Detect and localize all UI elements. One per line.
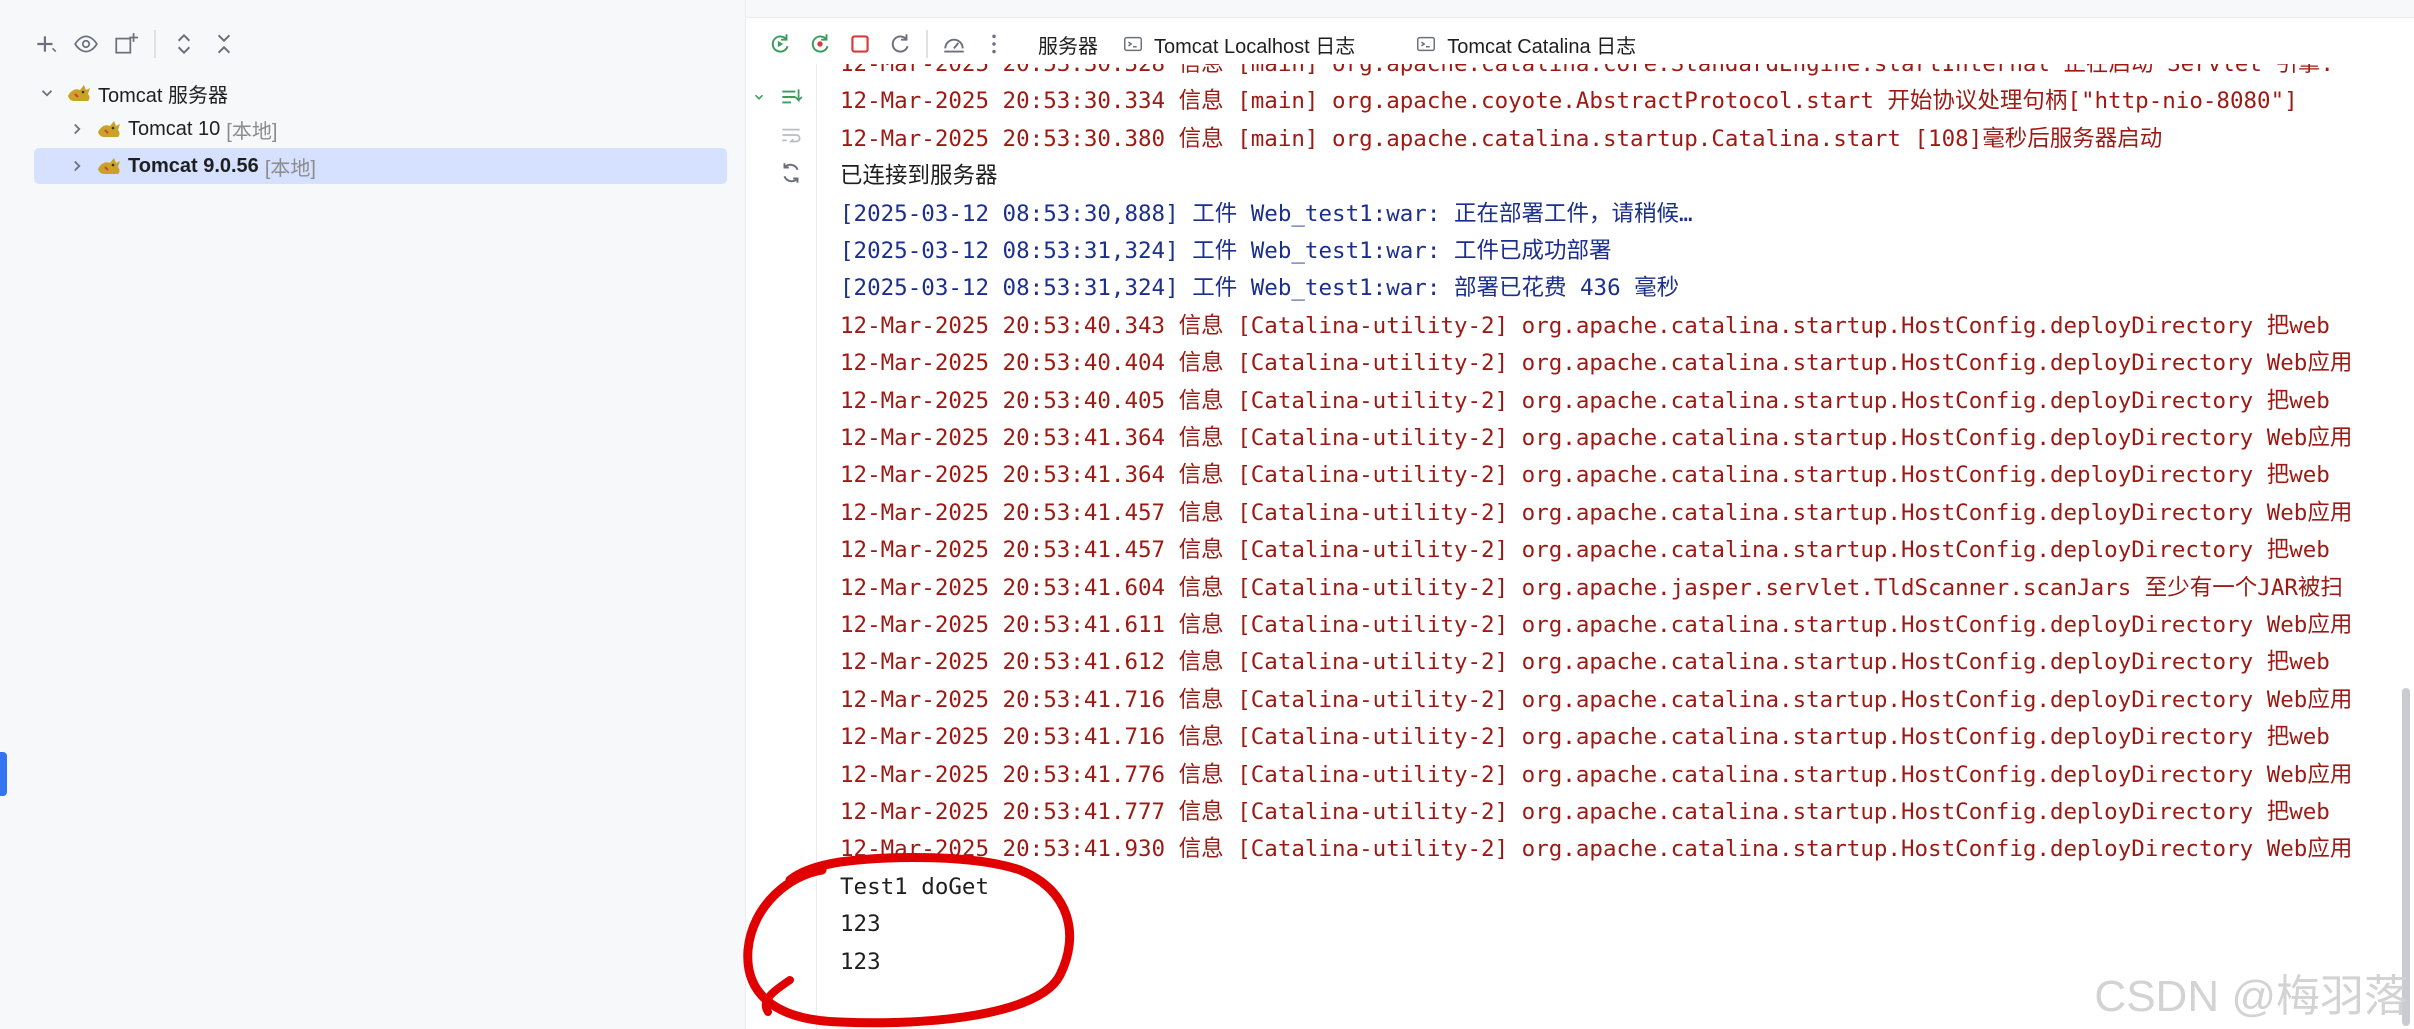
chevron-down-icon[interactable]	[36, 82, 58, 104]
services-panel: Tomcat 服务器 Tomcat 10 [本地] Tomcat 9.0.56 …	[0, 0, 746, 1029]
tree-node-label: Tomcat 10	[128, 117, 221, 140]
stop-icon[interactable]	[840, 24, 880, 64]
console-line: 12-Mar-2025 20:53:41.364 信息 [Catalina-ut…	[840, 462, 2330, 489]
log-icon	[1124, 36, 1142, 52]
console-line: 12-Mar-2025 20:53:30.380 信息 [main] org.a…	[840, 125, 2163, 152]
add-icon[interactable]	[26, 24, 66, 64]
log-icon	[1417, 36, 1436, 52]
side-active-marker	[0, 752, 7, 796]
console-line: Test1 doGet	[840, 873, 990, 900]
toolbar-separator	[926, 30, 928, 58]
console-line: 12-Mar-2025 20:53:40.343 信息 [Catalina-ut…	[840, 312, 2330, 339]
fold-chevron-icon[interactable]	[752, 82, 766, 112]
tab-label: 服务器	[1038, 35, 1098, 58]
refresh-icon[interactable]	[776, 158, 806, 188]
chevron-right-icon[interactable]	[66, 155, 88, 177]
console-toolbar: 服务器 Tomcat Localhost 日志 Tomcat Catalina …	[760, 24, 1636, 64]
tree-node-tomcat-9-0-56[interactable]: Tomcat 9.0.56 [本地]	[34, 148, 727, 184]
console-line: 12-Mar-2025 20:53:41.611 信息 [Catalina-ut…	[840, 612, 2353, 638]
tab-server[interactable]: 服务器	[1038, 24, 1098, 64]
console-line: 12-Mar-2025 20:53:41.776 信息 [Catalina-ut…	[840, 761, 2353, 788]
eye-icon[interactable]	[66, 24, 106, 64]
tree-node-tomcat-10[interactable]: Tomcat 10 [本地]	[66, 112, 277, 146]
tab-label: Tomcat Localhost 日志	[1154, 35, 1356, 58]
rerun-icon[interactable]	[760, 24, 800, 64]
console-line: 12-Mar-2025 20:53:41.612 信息 [Catalina-ut…	[840, 649, 2330, 676]
collapse-all-icon[interactable]	[204, 24, 244, 64]
services-toolbar	[26, 24, 244, 64]
soft-wrap-icon[interactable]	[776, 120, 806, 150]
console-line: 已连接到服务器	[840, 163, 998, 190]
tab-label: Tomcat Catalina 日志	[1447, 35, 1637, 58]
console-line: 12-Mar-2025 20:53:41.604 信息 [Catalina-ut…	[840, 574, 2343, 601]
console-line: 12-Mar-2025 20:53:41.716 信息 [Catalina-ut…	[840, 686, 2353, 713]
local-tag: [本地]	[264, 157, 316, 180]
console-line: 12-Mar-2025 20:53:41.777 信息 [Catalina-ut…	[840, 799, 2330, 825]
local-tag: [本地]	[226, 120, 278, 143]
tab-tomcat-localhost-log[interactable]: Tomcat Localhost 日志	[1122, 24, 1355, 64]
update-app-icon[interactable]	[934, 24, 974, 64]
console-line: 12-Mar-2025 20:53:40.404 信息 [Catalina-ut…	[840, 350, 2353, 377]
console-line: 12-Mar-2025 20:53:30.328 信息 [main] org.a…	[840, 64, 2334, 77]
restart-icon[interactable]	[880, 24, 920, 64]
tree-node-label: Tomcat 9.0.56	[128, 154, 259, 177]
new-group-icon[interactable]	[106, 24, 146, 64]
tomcat-icon	[66, 82, 92, 104]
tomcat-icon	[96, 155, 122, 177]
tab-tomcat-catalina-log[interactable]: Tomcat Catalina 日志	[1415, 24, 1636, 64]
tomcat-icon	[96, 118, 122, 140]
console-line: 12-Mar-2025 20:53:41.364 信息 [Catalina-ut…	[840, 425, 2353, 451]
console-line: 12-Mar-2025 20:53:41.457 信息 [Catalina-ut…	[840, 499, 2353, 526]
toolbar-separator	[154, 30, 156, 58]
console-line: 123	[840, 911, 881, 938]
console-line: [2025-03-12 08:53:31,324] 工件 Web_test1:w…	[840, 238, 1612, 264]
scroll-to-end-icon[interactable]	[776, 82, 806, 112]
console-gutter	[752, 64, 817, 1029]
console-line: 12-Mar-2025 20:53:41.716 信息 [Catalina-ut…	[840, 724, 2330, 751]
expand-all-icon[interactable]	[164, 24, 204, 64]
console-line: 12-Mar-2025 20:53:41.457 信息 [Catalina-ut…	[840, 537, 2330, 564]
console-line: [2025-03-12 08:53:30,888] 工件 Web_test1:w…	[840, 200, 1693, 227]
watermark: CSDN @梅羽落	[2094, 972, 2408, 1021]
chevron-right-icon[interactable]	[66, 118, 88, 140]
console-line: 12-Mar-2025 20:53:40.405 信息 [Catalina-ut…	[840, 387, 2330, 414]
console-line: [2025-03-12 08:53:31,324] 工件 Web_test1:w…	[840, 275, 1680, 302]
console-line: 12-Mar-2025 20:53:41.930 信息 [Catalina-ut…	[840, 836, 2353, 863]
tree-node-tomcat-servers[interactable]: Tomcat 服务器	[36, 76, 228, 110]
tree-node-label: Tomcat 服务器	[98, 84, 229, 107]
more-icon[interactable]	[974, 24, 1014, 64]
console-output[interactable]: 12-Mar-2025 20:53:30.328 信息 [main] org.a…	[840, 64, 2400, 1029]
console-line: 12-Mar-2025 20:53:30.334 信息 [main] org.a…	[840, 88, 2298, 115]
rerun-debug-icon[interactable]	[800, 24, 840, 64]
console-line: 123	[840, 948, 881, 975]
